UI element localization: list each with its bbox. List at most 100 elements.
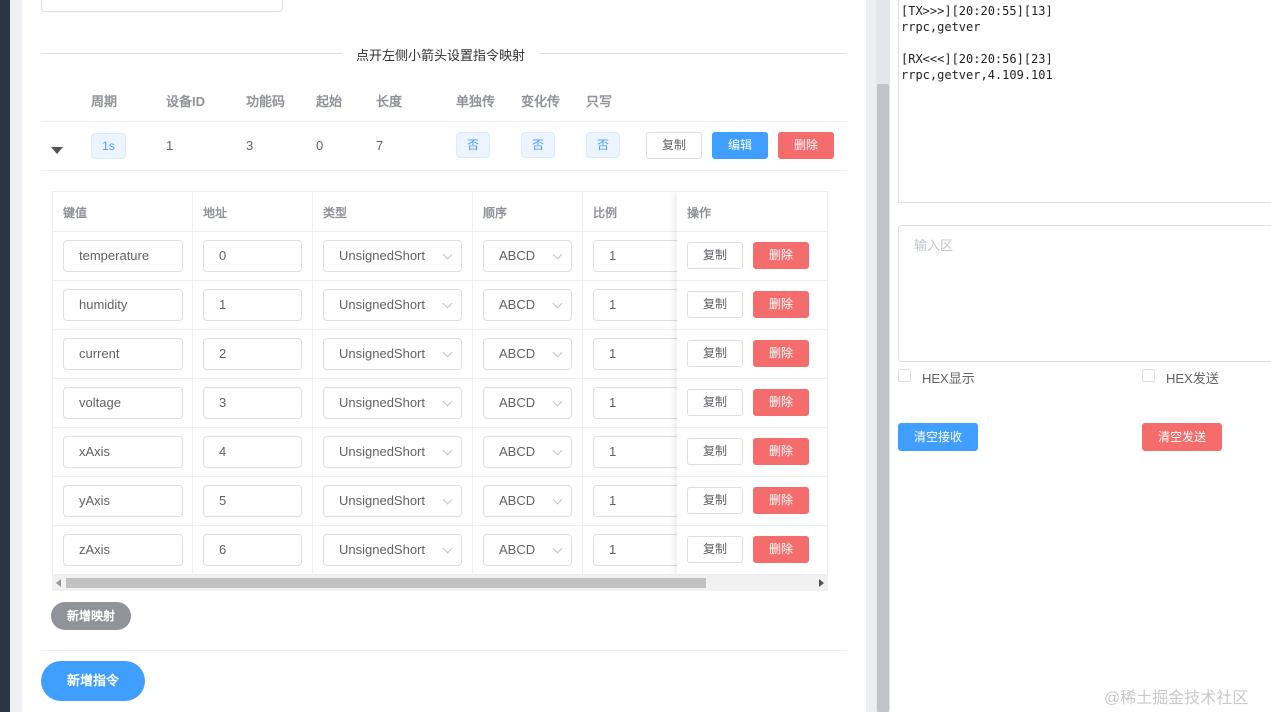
row-divider (677, 231, 827, 232)
delete-mapping-button[interactable]: 删除 (753, 340, 809, 367)
command-row-separator (41, 170, 847, 171)
clear-send-button[interactable]: 清空发送 (1142, 423, 1222, 451)
address-input[interactable]: 1 (203, 289, 302, 321)
copy-mapping-button[interactable]: 复制 (687, 536, 743, 563)
copy-mapping-button[interactable]: 复制 (687, 389, 743, 416)
order-select[interactable]: ABCD (483, 436, 572, 468)
address-input[interactable]: 0 (203, 240, 302, 272)
delete-mapping-button[interactable]: 删除 (753, 242, 809, 269)
address-input[interactable]: 3 (203, 387, 302, 419)
type-select-value: UnsignedShort (339, 493, 425, 508)
copy-mapping-button[interactable]: 复制 (687, 487, 743, 514)
row-divider (677, 476, 827, 477)
delete-mapping-button[interactable]: 删除 (753, 438, 809, 465)
key-input[interactable]: humidity (63, 289, 183, 321)
order-select[interactable]: ABCD (483, 387, 572, 419)
chevron-down-icon (442, 298, 453, 309)
address-input[interactable]: 5 (203, 485, 302, 517)
mapping-header-address: 地址 (203, 206, 228, 220)
delete-mapping-button[interactable]: 删除 (753, 536, 809, 563)
type-select[interactable]: UnsignedShort (323, 534, 462, 566)
top-input-field[interactable] (41, 0, 283, 12)
horizontal-scrollbar[interactable] (52, 575, 828, 591)
header-func-code: 功能码 (246, 94, 286, 109)
delete-mapping-button[interactable]: 删除 (753, 291, 809, 318)
type-select[interactable]: UnsignedShort (323, 485, 462, 517)
page-gutter (10, 0, 22, 712)
header-device-id: 设备ID (166, 94, 206, 109)
col-divider (472, 192, 473, 574)
mapping-header-order: 顺序 (483, 206, 508, 220)
address-input[interactable]: 4 (203, 436, 302, 468)
delete-mapping-button[interactable]: 删除 (753, 389, 809, 416)
order-select[interactable]: ABCD (483, 338, 572, 370)
key-input[interactable]: xAxis (63, 436, 183, 468)
hex-send-checkbox[interactable] (1142, 369, 1155, 382)
hex-display-label: HEX显示 (922, 371, 975, 386)
chevron-down-icon (552, 445, 563, 456)
order-select-value: ABCD (499, 542, 536, 557)
type-select[interactable]: UnsignedShort (323, 289, 462, 321)
delete-mapping-button[interactable]: 删除 (753, 487, 809, 514)
receive-output-area[interactable]: [TX>>>][20:20:55][13] rrpc,getver [RX<<<]… (898, 0, 1271, 203)
copy-mapping-button[interactable]: 复制 (687, 291, 743, 318)
start-value: 0 (316, 138, 324, 153)
scroll-right-icon[interactable] (819, 579, 824, 587)
copy-mapping-button[interactable]: 复制 (687, 242, 743, 269)
type-select[interactable]: UnsignedShort (323, 240, 462, 272)
key-input[interactable]: temperature (63, 240, 183, 272)
hex-display-checkbox[interactable] (898, 369, 911, 382)
address-input[interactable]: 6 (203, 534, 302, 566)
copy-command-button[interactable]: 复制 (646, 132, 702, 159)
copy-mapping-button[interactable]: 复制 (687, 340, 743, 367)
horizontal-scroll-thumb[interactable] (66, 578, 706, 588)
terminal-line: rrpc,getver (901, 20, 981, 34)
copy-mapping-button[interactable]: 复制 (687, 438, 743, 465)
divider-hint-text: 点开左侧小箭头设置指令映射 (342, 45, 540, 64)
order-select[interactable]: ABCD (483, 534, 572, 566)
col-divider (192, 192, 193, 574)
type-select-value: UnsignedShort (339, 346, 425, 361)
order-select-value: ABCD (499, 248, 536, 263)
change-tag: 否 (521, 132, 555, 158)
terminal-line: [RX<<<][20:20:56][23] (901, 52, 1053, 66)
panel-gutter (866, 0, 876, 712)
vertical-scroll-thumb[interactable] (877, 84, 889, 712)
mapping-header-key: 键值 (63, 206, 88, 220)
address-input[interactable]: 2 (203, 338, 302, 370)
edit-command-button[interactable]: 编辑 (712, 132, 768, 159)
expand-arrow-icon[interactable] (51, 147, 63, 154)
type-select-value: UnsignedShort (339, 542, 425, 557)
delete-command-button[interactable]: 删除 (778, 132, 834, 159)
key-input[interactable]: yAxis (63, 485, 183, 517)
chevron-down-icon (552, 249, 563, 260)
row-divider (677, 280, 827, 281)
type-select[interactable]: UnsignedShort (323, 436, 462, 468)
write-only-tag: 否 (586, 132, 620, 158)
terminal-line: [TX>>>][20:20:55][13] (901, 4, 1053, 18)
key-input[interactable]: current (63, 338, 183, 370)
watermark: @稀土掘金技术社区 (1104, 690, 1249, 707)
add-mapping-button[interactable]: 新增映射 (51, 602, 131, 630)
order-select[interactable]: ABCD (483, 240, 572, 272)
row-divider (677, 378, 827, 379)
order-select[interactable]: ABCD (483, 289, 572, 321)
key-input[interactable]: voltage (63, 387, 183, 419)
terminal-line: rrpc,getver,4.109.101 (901, 68, 1053, 82)
key-input[interactable]: zAxis (63, 534, 183, 566)
order-select-value: ABCD (499, 297, 536, 312)
type-select[interactable]: UnsignedShort (323, 387, 462, 419)
order-select-value: ABCD (499, 395, 536, 410)
order-select[interactable]: ABCD (483, 485, 572, 517)
type-select[interactable]: UnsignedShort (323, 338, 462, 370)
type-select-value: UnsignedShort (339, 297, 425, 312)
bottom-separator (41, 650, 847, 651)
device-id-value: 1 (166, 138, 174, 153)
chevron-down-icon (552, 494, 563, 505)
send-input-area[interactable]: 输入区 (898, 225, 1271, 362)
scroll-left-icon[interactable] (56, 579, 61, 587)
single-tag: 否 (456, 132, 490, 158)
add-command-button[interactable]: 新增指令 (41, 661, 145, 701)
clear-receive-button[interactable]: 清空接收 (898, 423, 978, 451)
